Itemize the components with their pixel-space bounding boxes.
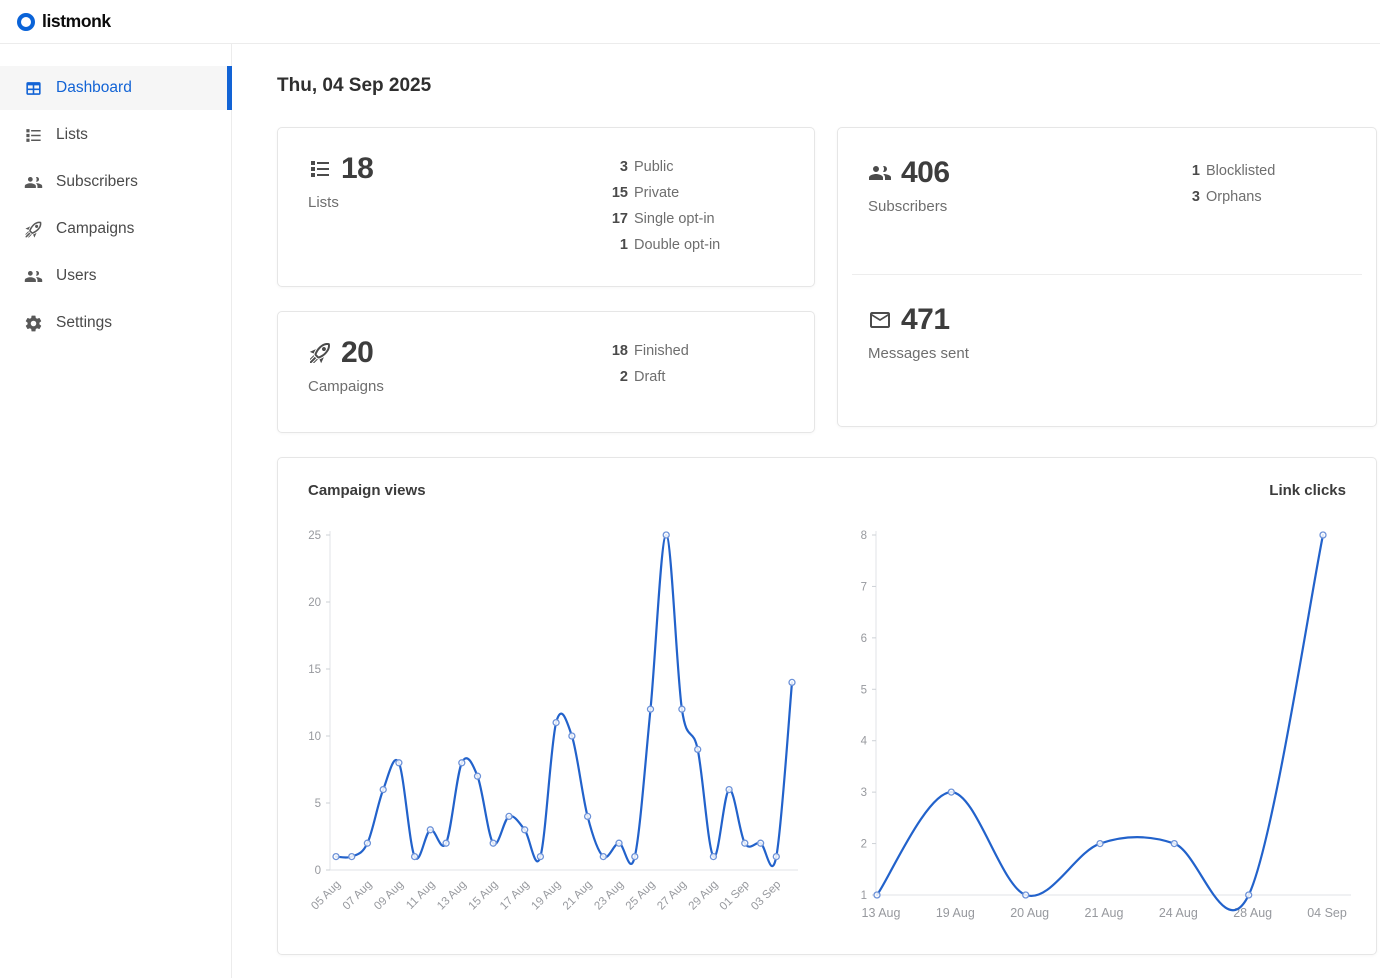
subscribers-section: 406 Subscribers 1Blocklisted 3Orphans xyxy=(838,128,1376,274)
svg-text:11 Aug: 11 Aug xyxy=(404,879,437,912)
svg-text:3: 3 xyxy=(861,787,867,799)
listmonk-logo-icon xyxy=(17,13,35,31)
sidebar-item-label: Users xyxy=(56,267,96,285)
sidebar-item-settings[interactable]: Settings xyxy=(0,301,231,345)
svg-text:10: 10 xyxy=(308,731,321,743)
svg-text:04 Sep: 04 Sep xyxy=(1307,906,1347,920)
date-heading: Thu, 04 Sep 2025 xyxy=(277,75,1378,97)
svg-text:2: 2 xyxy=(861,839,867,851)
svg-text:09 Aug: 09 Aug xyxy=(372,879,406,913)
svg-text:05 Aug: 05 Aug xyxy=(309,879,343,913)
sidebar: Dashboard Lists Subscribers Campaigns Us… xyxy=(0,44,232,978)
lists-count: 18 xyxy=(341,154,373,184)
messages-count: 471 xyxy=(901,305,950,335)
campaigns-icon xyxy=(24,220,43,239)
svg-text:5: 5 xyxy=(315,798,321,810)
stat-row: 3Orphans xyxy=(1180,184,1275,210)
svg-text:15: 15 xyxy=(308,664,321,676)
svg-text:20 Aug: 20 Aug xyxy=(1010,906,1049,920)
svg-text:01 Sep: 01 Sep xyxy=(718,879,752,913)
lists-breakdown: 3Public 15Private 17Single opt-in 1Doubl… xyxy=(608,154,720,258)
svg-text:0: 0 xyxy=(315,865,321,877)
users-icon xyxy=(24,267,43,286)
campaigns-icon xyxy=(308,341,332,365)
sidebar-item-campaigns[interactable]: Campaigns xyxy=(0,207,231,251)
svg-text:07 Aug: 07 Aug xyxy=(341,879,375,913)
sidebar-item-label: Settings xyxy=(56,314,112,332)
sidebar-item-dashboard[interactable]: Dashboard xyxy=(0,66,231,110)
stat-row: 15Private xyxy=(608,180,720,206)
svg-text:4: 4 xyxy=(861,736,868,748)
campaign-views-title: Campaign views xyxy=(308,482,426,499)
svg-text:13 Aug: 13 Aug xyxy=(435,879,469,913)
svg-text:25 Aug: 25 Aug xyxy=(624,879,658,913)
main-content: Thu, 04 Sep 2025 18 Lists 3Public 15Priv… xyxy=(232,44,1380,978)
campaign-views-chart: 0 5 10 15 20 25 05 Aug07 Aug09 Aug11 Aug13 Aug… xyxy=(298,499,837,933)
stat-row: 2Draft xyxy=(608,364,689,390)
svg-text:20: 20 xyxy=(308,597,321,609)
logo-text: listmonk xyxy=(42,11,111,32)
svg-text:8: 8 xyxy=(861,530,867,542)
settings-icon xyxy=(24,314,43,333)
campaigns-label: Campaigns xyxy=(308,378,784,395)
sidebar-item-label: Subscribers xyxy=(56,173,138,191)
messages-section: 471 Messages sent xyxy=(838,275,1376,426)
svg-text:13 Aug: 13 Aug xyxy=(862,906,901,920)
lists-icon xyxy=(308,157,332,181)
charts-card: Campaign views Link clicks 051015202505 … xyxy=(277,457,1377,955)
svg-text:19 Aug: 19 Aug xyxy=(936,906,975,920)
stats-grid: 18 Lists 3Public 15Private 17Single opt-… xyxy=(277,127,1378,433)
subscribers-breakdown: 1Blocklisted 3Orphans xyxy=(1180,158,1275,210)
svg-text:23 Aug: 23 Aug xyxy=(592,879,626,913)
logo[interactable]: listmonk xyxy=(17,11,111,32)
sidebar-item-subscribers[interactable]: Subscribers xyxy=(0,160,231,204)
campaigns-card: 20 Campaigns 18Finished 2Draft xyxy=(277,311,815,433)
svg-text:1: 1 xyxy=(861,890,867,902)
link-clicks-chart: 1234567813 Aug19 Aug20 Aug21 Aug24 Aug28… xyxy=(837,499,1356,933)
svg-text:21 Aug: 21 Aug xyxy=(561,879,595,913)
dashboard-icon xyxy=(24,79,43,98)
link-clicks-title: Link clicks xyxy=(1269,482,1346,499)
sidebar-item-lists[interactable]: Lists xyxy=(0,113,231,157)
svg-text:7: 7 xyxy=(861,581,867,593)
stat-row: 18Finished xyxy=(608,338,689,364)
stat-row: 1Double opt-in xyxy=(608,232,720,258)
svg-text:21 Aug: 21 Aug xyxy=(1085,906,1124,920)
sidebar-item-users[interactable]: Users xyxy=(0,254,231,298)
sidebar-item-label: Campaigns xyxy=(56,220,134,238)
svg-text:27 Aug: 27 Aug xyxy=(655,879,689,913)
svg-text:5: 5 xyxy=(861,684,867,696)
campaigns-count: 20 xyxy=(341,338,373,368)
svg-text:15 Aug: 15 Aug xyxy=(467,879,501,913)
svg-text:6: 6 xyxy=(861,633,867,645)
svg-text:03 Sep: 03 Sep xyxy=(749,879,783,913)
subscribers-icon xyxy=(868,161,892,185)
sidebar-item-label: Lists xyxy=(56,126,88,144)
app-header: listmonk xyxy=(0,0,1380,44)
stat-row: 17Single opt-in xyxy=(608,206,720,232)
stat-row: 1Blocklisted xyxy=(1180,158,1275,184)
messages-label: Messages sent xyxy=(868,345,1346,362)
subscribers-icon xyxy=(24,173,43,192)
stat-row: 3Public xyxy=(608,154,720,180)
svg-text:29 Aug: 29 Aug xyxy=(687,879,721,913)
campaigns-breakdown: 18Finished 2Draft xyxy=(608,338,689,390)
subscribers-count: 406 xyxy=(901,158,950,188)
svg-text:19 Aug: 19 Aug xyxy=(529,879,563,913)
email-icon xyxy=(868,308,892,332)
svg-text:24 Aug: 24 Aug xyxy=(1159,906,1198,920)
lists-card: 18 Lists 3Public 15Private 17Single opt-… xyxy=(277,127,815,287)
svg-text:25: 25 xyxy=(308,530,321,542)
sidebar-item-label: Dashboard xyxy=(56,79,132,97)
subscribers-messages-card: 406 Subscribers 1Blocklisted 3Orphans 47… xyxy=(837,127,1377,427)
lists-icon xyxy=(24,126,43,145)
svg-text:17 Aug: 17 Aug xyxy=(498,879,532,913)
